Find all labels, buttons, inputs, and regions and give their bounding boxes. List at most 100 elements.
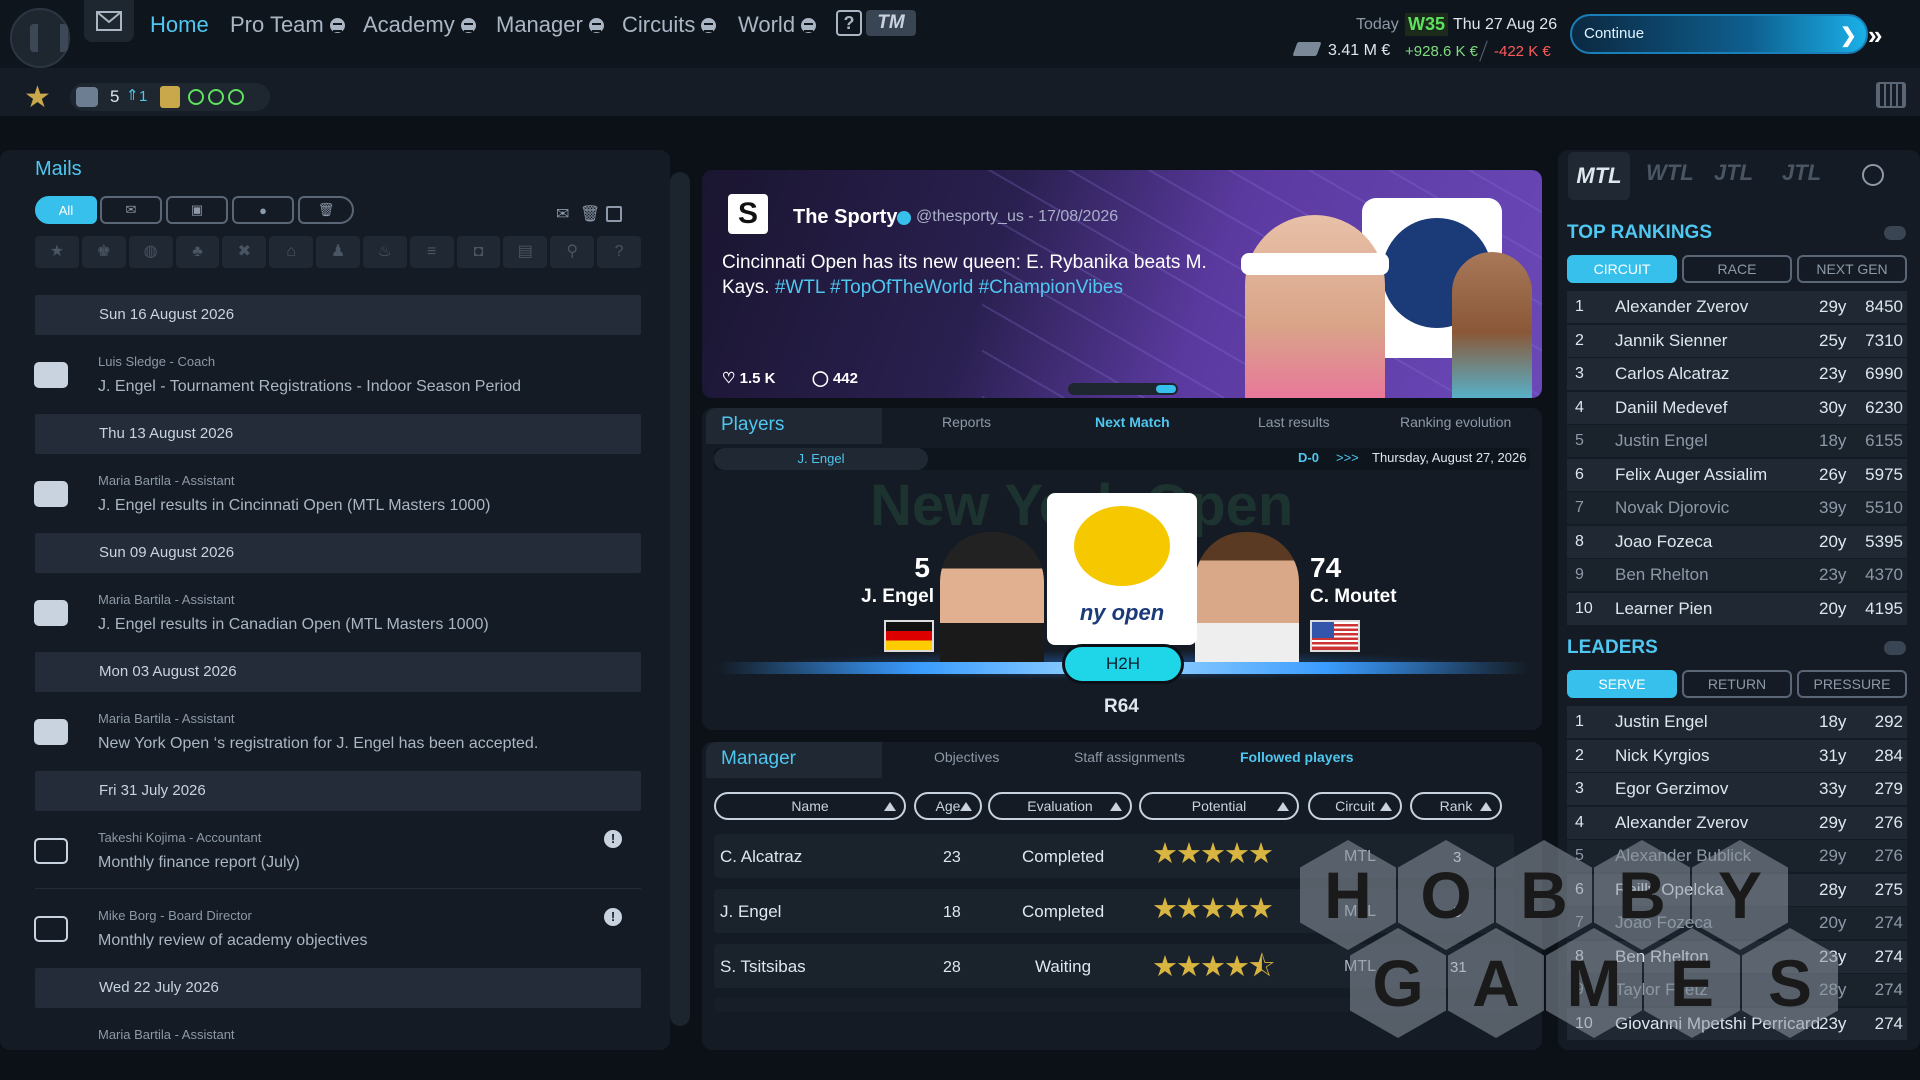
category-bank-icon[interactable]: ⌂ [269,236,314,268]
nav-manager[interactable]: Manager [496,10,604,40]
filter-conversations[interactable]: ▣ [166,196,228,224]
ranking-row[interactable]: 9 Ben Rhelton 23y 4370 [1567,559,1907,591]
mail-subject[interactable]: Monthly finance report (July) [98,854,300,872]
ranking-row[interactable]: 5 Alexander Bublick 29y 276 [1567,840,1907,872]
ranking-row[interactable]: 3 Egor Gerzimov 33y 279 [1567,773,1907,805]
player1-photo[interactable] [940,532,1044,662]
category-flag-icon[interactable]: ▤ [503,236,548,268]
tab-objectives[interactable]: Objectives [934,749,999,765]
ranking-row[interactable]: 2 Nick Kyrgios 31y 284 [1567,739,1907,772]
h2h-button[interactable]: H2H [1062,644,1184,684]
category-unknown-icon[interactable]: ? [597,236,641,268]
filter-unread[interactable]: ✉ [100,196,162,224]
tab-next-gen[interactable]: NEXT GEN [1797,255,1907,283]
ranking-row[interactable]: 1 Alexander Zverov 29y 8450 [1567,291,1907,323]
ranking-row[interactable]: 3 Carlos Alcatraz 23y 6990 [1567,358,1907,390]
ranking-row[interactable]: 4 Daniil Medevef 30y 6230 [1567,391,1907,424]
tab-race[interactable]: RACE [1682,255,1792,283]
mail-subject[interactable]: New York Open ‘s registration for J. Eng… [98,735,538,753]
game-logo-icon[interactable] [10,8,70,68]
ranking-row[interactable]: 8 Joao Fozeca 20y 5395 [1567,525,1907,558]
table-row[interactable] [714,889,1514,933]
star-icon[interactable]: ★ [24,80,51,115]
double-chevron-right-icon[interactable]: » [1868,20,1882,51]
ranking-row[interactable]: 6 Reilly Opelcka 28y 275 [1567,873,1907,906]
nav-world[interactable]: World [738,10,817,40]
ranking-row[interactable]: 10 Giovanni Mpetshi Perricard 23y 274 [1567,1007,1907,1040]
tab-followed-players[interactable]: Followed players [1240,749,1354,765]
select-all-checkbox[interactable] [606,206,622,222]
table-row[interactable] [714,834,1514,878]
tour-tab-mtl[interactable]: MTL [1568,152,1630,200]
category-team-icon[interactable]: ♟ [316,236,360,268]
col-potential[interactable]: Potential [1139,792,1299,820]
delete-icon[interactable]: 🗑 [580,204,600,224]
col-age[interactable]: Age [914,792,982,820]
filter-trash[interactable]: 🗑 [298,196,354,224]
ranking-row[interactable]: 5 Justin Engel 18y 6155 [1567,425,1907,457]
ranking-row[interactable]: 10 Learner Pien 20y 4195 [1567,592,1907,625]
likes-count[interactable]: ♡ 1.5 K [722,369,775,387]
tab-staff-assignments[interactable]: Staff assignments [1074,749,1185,765]
col-name[interactable]: Name [714,792,906,820]
table-row[interactable] [714,944,1514,988]
mail-subject[interactable]: J. Engel - Tournament Registrations - In… [98,378,521,396]
close-icon[interactable] [1862,164,1884,186]
filter-all[interactable]: All [35,196,97,224]
info-icon[interactable] [1884,641,1906,655]
tour-tab-jtl-boys[interactable]: JTL [1714,160,1753,186]
comments-count[interactable]: ◯ 442 [812,369,858,387]
team-status-bar[interactable]: 5 ⇑ 1 [70,83,270,111]
mail-subject[interactable]: J. Engel results in Canadian Open (MTL M… [98,616,489,634]
tab-return[interactable]: RETURN [1682,670,1792,698]
category-camera-icon[interactable]: ◘ [456,236,501,268]
help-button[interactable]: ? [836,10,862,36]
category-coach-icon[interactable]: ♚ [81,236,126,268]
mails-scrollbar[interactable] [670,172,690,1026]
player2-photo[interactable] [1195,532,1299,662]
tab-ranking-evolution[interactable]: Ranking evolution [1400,414,1511,430]
category-food-icon[interactable]: ♨ [362,236,407,268]
category-list-icon[interactable]: ≡ [409,236,454,268]
col-circuit[interactable]: Circuit [1308,792,1402,820]
nav-circuits[interactable]: Circuits [622,10,717,40]
player2-name[interactable]: C. Moutet [1310,586,1397,608]
table-row[interactable] [714,998,1514,1012]
tab-serve[interactable]: SERVE [1567,670,1677,698]
col-evaluation[interactable]: Evaluation [988,792,1132,820]
tab-next-match[interactable]: Next Match [1095,414,1170,430]
ranking-row[interactable]: 1 Justin Engel 18y 292 [1567,706,1907,738]
ranking-row[interactable]: 6 Felix Auger Assialim 26y 5975 [1567,458,1907,491]
selected-player[interactable]: J. Engel [714,448,928,470]
info-icon[interactable] [1884,226,1906,240]
tab-reports[interactable]: Reports [942,414,991,430]
filter-important[interactable]: ● [232,196,294,224]
category-ball-icon[interactable]: ◍ [128,236,173,268]
nav-academy[interactable]: Academy [363,10,476,40]
continue-button[interactable]: Continue [1570,14,1868,54]
tour-tab-jtl-girls[interactable]: JTL [1782,160,1821,186]
player1-name[interactable]: J. Engel [830,586,934,608]
tour-tab-wtl[interactable]: WTL [1646,160,1694,186]
ranking-row[interactable]: 8 Ben Rhelton 23y 274 [1567,940,1907,973]
col-rank[interactable]: Rank [1410,792,1502,820]
ranking-row[interactable]: 9 Taylor Frietz 28y 274 [1567,974,1907,1006]
nav-pro-team[interactable]: Pro Team [230,10,345,40]
ranking-row[interactable]: 7 Joao Fozeca 20y 274 [1567,907,1907,939]
tab-circuit[interactable]: CIRCUIT [1567,255,1677,283]
ranking-row[interactable]: 7 Novak Djorovic 39y 5510 [1567,492,1907,524]
category-star-icon[interactable]: ★ [35,236,79,268]
calendar-icon[interactable] [1876,82,1906,108]
ranking-row[interactable]: 4 Alexander Zverov 29y 276 [1567,806,1907,839]
tab-last-results[interactable]: Last results [1258,414,1330,430]
ranking-row[interactable]: 2 Jannik Sienner 25y 7310 [1567,324,1907,357]
tab-pressure[interactable]: PRESSURE [1797,670,1907,698]
mark-read-icon[interactable]: ✉ [556,204,569,224]
category-medical-icon[interactable]: ♣ [175,236,220,268]
category-bulb-icon[interactable]: ⚲ [550,236,595,268]
carousel-dot-active[interactable] [1156,385,1176,393]
mail-button[interactable] [84,0,134,42]
mail-subject[interactable]: J. Engel results in Cincinnati Open (MTL… [98,497,490,515]
mail-subject[interactable]: Monthly review of academy objectives [98,932,367,950]
tm-button[interactable]: TM [866,10,916,36]
